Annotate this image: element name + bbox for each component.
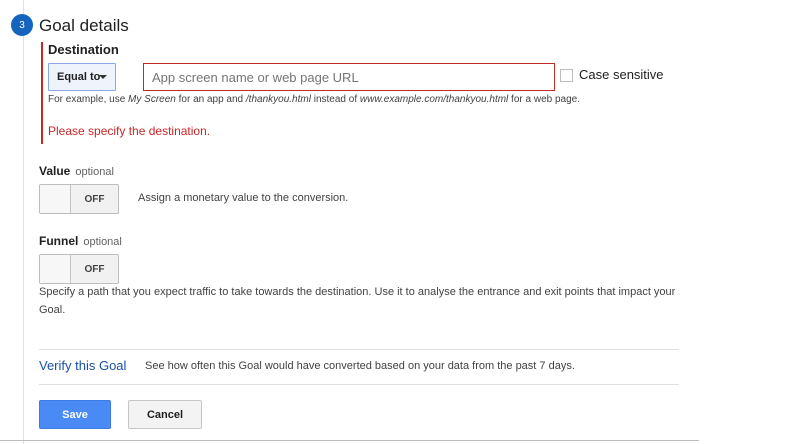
- destination-url-input[interactable]: [143, 63, 555, 91]
- divider: [39, 349, 679, 350]
- cancel-button[interactable]: Cancel: [128, 400, 202, 429]
- save-button[interactable]: Save: [39, 400, 111, 429]
- toggle-state-label: OFF: [84, 193, 105, 205]
- funnel-optional-label: optional: [83, 236, 122, 248]
- divider: [39, 384, 679, 385]
- match-type-value: Equal to: [57, 71, 101, 83]
- case-sensitive-checkbox[interactable]: [560, 69, 573, 82]
- toggle-knob: [40, 255, 71, 283]
- verify-goal-link[interactable]: Verify this Goal: [39, 358, 126, 373]
- funnel-description: Specify a path that you expect traffic t…: [39, 286, 676, 316]
- value-description: Assign a monetary value to the conversio…: [138, 192, 349, 204]
- verify-goal-description: See how often this Goal would have conve…: [145, 360, 575, 372]
- match-type-dropdown[interactable]: Equal to: [48, 63, 116, 91]
- case-sensitive-label[interactable]: Case sensitive: [579, 67, 664, 82]
- step-number-badge: 3: [11, 14, 33, 36]
- toggle-knob: [40, 185, 71, 213]
- value-toggle[interactable]: OFF: [39, 184, 119, 214]
- chevron-down-icon: [99, 75, 107, 79]
- section-bottom-divider: [0, 440, 699, 441]
- section-title: Goal details: [39, 16, 129, 35]
- value-label: Value optional: [39, 164, 114, 178]
- step-rail: [23, 0, 24, 444]
- funnel-toggle[interactable]: OFF: [39, 254, 119, 284]
- destination-error-message: Please specify the destination.: [48, 124, 211, 138]
- destination-section: Destination Equal to Case sensitive For …: [41, 42, 683, 144]
- destination-hint: For example, use My Screen for an app an…: [48, 94, 580, 105]
- value-optional-label: optional: [75, 166, 114, 178]
- destination-label: Destination: [48, 42, 119, 57]
- toggle-state-label: OFF: [84, 263, 105, 275]
- funnel-label: Funnel optional: [39, 234, 122, 248]
